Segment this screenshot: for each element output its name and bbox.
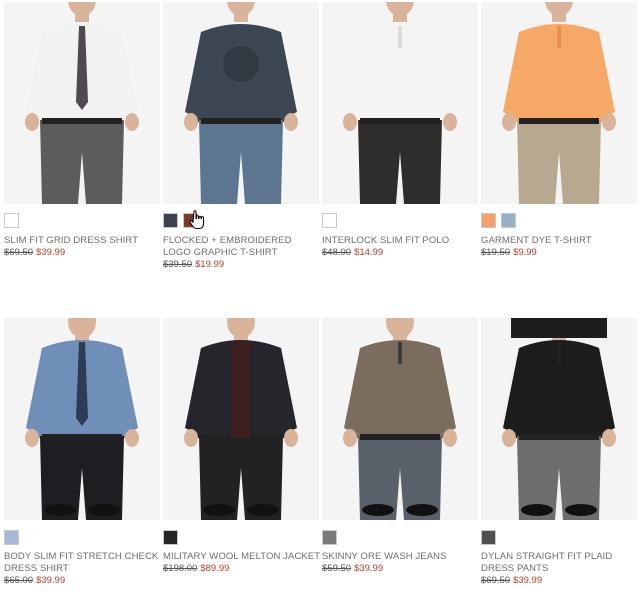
- product-card: INTERLOCK SLIM FIT POLO $48.00 $14.99: [322, 2, 478, 275]
- sale-price: $39.99: [36, 575, 66, 586]
- product-card: SLIM FIT GRID DRESS SHIRT $69.50 $39.99: [4, 2, 160, 275]
- model-figure: [343, 2, 457, 204]
- original-price: $198.00: [163, 563, 198, 574]
- color-swatches: [481, 213, 516, 229]
- product-image[interactable]: [163, 2, 319, 204]
- color-swatches: [163, 530, 178, 546]
- color-swatch[interactable]: [163, 213, 178, 228]
- color-swatch[interactable]: [322, 530, 337, 545]
- product-name-link[interactable]: MILITARY WOOL MELTON JACKET: [163, 551, 321, 563]
- product-card: DYLAN STRAIGHT FIT PLAID DRESS PANTS $69.…: [481, 318, 637, 591]
- color-swatch[interactable]: [4, 530, 19, 545]
- product-name-link[interactable]: INTERLOCK SLIM FIT POLO: [322, 235, 480, 247]
- product-image[interactable]: [481, 2, 637, 204]
- original-price: $59.50: [322, 563, 352, 574]
- original-price: $48.00: [322, 247, 352, 258]
- product-price: $59.50 $39.99: [322, 563, 383, 575]
- product-image[interactable]: [481, 318, 637, 520]
- model-figure: [25, 318, 139, 520]
- original-price: $69.50: [481, 575, 511, 586]
- product-card: GARMENT DYE T-SHIRT $19.50 $9.99: [481, 2, 637, 275]
- product-card: SKINNY ORE WASH JEANS $59.50 $39.99: [322, 318, 478, 591]
- color-swatch[interactable]: [4, 213, 19, 228]
- sale-price: $39.99: [36, 247, 66, 258]
- original-price: $19.50: [481, 247, 511, 258]
- product-price: $39.50 $19.99: [163, 259, 224, 271]
- product-image[interactable]: [322, 318, 478, 520]
- model-figure: [25, 2, 139, 204]
- color-swatch[interactable]: [163, 530, 178, 545]
- product-name-link[interactable]: DYLAN STRAIGHT FIT PLAID DRESS PANTS: [481, 551, 639, 575]
- color-swatches: [322, 530, 337, 546]
- color-swatches: [322, 213, 337, 229]
- sale-price: $39.99: [513, 575, 543, 586]
- product-price: $19.50 $9.99: [481, 247, 537, 259]
- product-price: $69.50 $39.99: [4, 247, 65, 259]
- product-image[interactable]: [322, 2, 478, 204]
- model-figure: [502, 2, 616, 204]
- color-swatches: [481, 530, 496, 546]
- product-card: BODY SLIM FIT STRETCH CHECK DRESS SHIRT $…: [4, 318, 160, 591]
- original-price: $69.50: [4, 247, 34, 258]
- model-figure: [343, 318, 457, 520]
- product-price: $65.00 $39.99: [4, 575, 65, 587]
- color-swatch[interactable]: [322, 213, 337, 228]
- product-card: FLOCKED + EMBROIDERED LOGO GRAPHIC T-SHI…: [163, 2, 319, 275]
- sale-price: $9.99: [513, 247, 537, 258]
- product-price: $198.00 $89.99: [163, 563, 229, 575]
- original-price: $65.00: [4, 575, 34, 586]
- color-swatches: [4, 213, 19, 229]
- model-figure: [184, 2, 298, 204]
- product-name-link[interactable]: GARMENT DYE T-SHIRT: [481, 235, 639, 247]
- product-image[interactable]: [4, 2, 160, 204]
- product-card: MILITARY WOOL MELTON JACKET $198.00 $89.99: [163, 318, 321, 591]
- color-swatch[interactable]: [481, 213, 496, 228]
- sale-price: $39.99: [354, 563, 384, 574]
- product-image[interactable]: [163, 318, 319, 520]
- hand-pointer-icon: [189, 210, 204, 229]
- product-name-link[interactable]: BODY SLIM FIT STRETCH CHECK DRESS SHIRT: [4, 551, 162, 575]
- product-price: $48.00 $14.99: [322, 247, 383, 259]
- sale-price: $14.99: [354, 247, 384, 258]
- product-name-link[interactable]: FLOCKED + EMBROIDERED LOGO GRAPHIC T-SHI…: [163, 235, 321, 259]
- model-figure: [502, 318, 616, 520]
- original-price: $39.50: [163, 259, 193, 270]
- product-price: $69.50 $39.99: [481, 575, 542, 587]
- color-swatches: [4, 530, 19, 546]
- product-name-link[interactable]: SKINNY ORE WASH JEANS: [322, 551, 480, 563]
- sale-price: $89.99: [200, 563, 230, 574]
- model-figure: [184, 318, 298, 520]
- color-swatch[interactable]: [501, 213, 516, 228]
- product-image[interactable]: [4, 318, 160, 520]
- color-swatch[interactable]: [481, 530, 496, 545]
- product-name-link[interactable]: SLIM FIT GRID DRESS SHIRT: [4, 235, 162, 247]
- sale-price: $19.99: [195, 259, 225, 270]
